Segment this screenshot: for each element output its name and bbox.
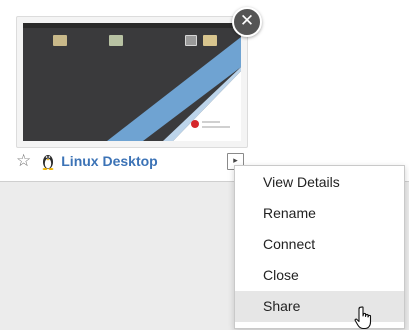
brand-logo [191,117,231,131]
menu-item-view-details[interactable]: View Details [235,167,404,198]
context-menu: View Details Rename Connect Close Share [234,165,405,329]
hand-cursor-icon [354,306,372,330]
menu-item-connect[interactable]: Connect [235,229,404,260]
close-icon[interactable]: ✕ [232,7,262,37]
menu-item-close[interactable]: Close [235,260,404,291]
desktop-thumbnail[interactable] [23,23,241,141]
star-icon[interactable]: ☆ [16,151,31,171]
desktop-card[interactable] [16,16,248,148]
card-title[interactable]: Linux Desktop [61,153,157,169]
linux-penguin-icon [42,155,54,170]
menu-item-share[interactable]: Share [235,291,404,322]
menu-item-rename[interactable]: Rename [235,198,404,229]
card-footer: ☆ Linux Desktop [16,150,158,172]
